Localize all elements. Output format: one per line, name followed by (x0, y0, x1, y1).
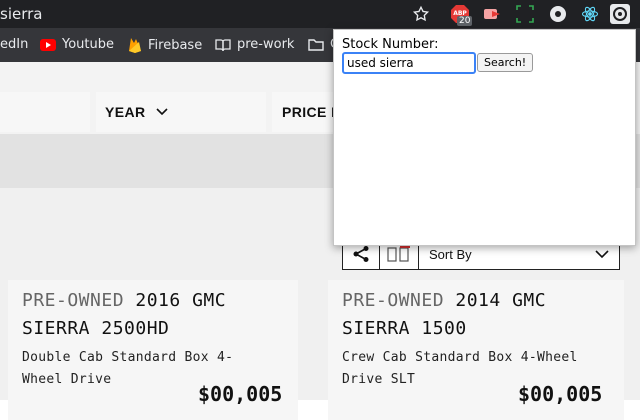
vehicle-trim-line2: Wheel Drive (22, 372, 112, 387)
vehicle-title-line1: PRE-OWNED 2014 GMC (342, 290, 546, 311)
bookmark-label: Firebase (148, 37, 203, 53)
bookmark-firebase[interactable]: Firebase (128, 37, 202, 53)
sort-by-label: Sort By (429, 246, 472, 262)
chevron-down-icon (155, 108, 168, 116)
share-icon (353, 246, 369, 262)
vehicle-year-make: 2016 GMC (124, 290, 227, 311)
vehicle-card[interactable]: PRE-OWNED 2014 GMC SIERRA 1500 Crew Cab … (328, 280, 624, 420)
extension-popup: Stock Number: Search! (333, 29, 636, 246)
vehicle-title-line1: PRE-OWNED 2016 GMC (22, 290, 226, 311)
video-extension-icon[interactable] (483, 4, 503, 24)
vehicle-price: $00,005 (518, 382, 603, 406)
browser-toolbar: sierra ABP 20 (0, 0, 640, 28)
stock-number-input[interactable] (342, 52, 476, 74)
bookmark-star-icon[interactable] (411, 4, 431, 24)
filter-dropdown-partial[interactable] (0, 92, 90, 132)
bookmark-label: Youtube (62, 37, 114, 52)
stock-number-label: Stock Number: (342, 37, 439, 52)
address-bar-text[interactable]: sierra (0, 5, 42, 23)
folder-icon (308, 39, 324, 51)
firebase-icon (129, 38, 141, 53)
vehicle-condition: PRE-OWNED (22, 290, 125, 311)
vehicle-model: SIERRA 2500HD (22, 318, 170, 339)
vehicle-year-make: 2014 GMC (444, 290, 547, 311)
search-button[interactable]: Search! (477, 53, 534, 72)
bookmark-linkedin[interactable]: edIn (0, 37, 28, 52)
year-filter-label: YEAR (105, 104, 146, 120)
vehicle-trim-line1: Double Cab Standard Box 4- (22, 350, 234, 365)
vehicle-model: SIERRA 1500 (342, 318, 467, 339)
bookmark-label: pre-work (237, 37, 295, 52)
compare-icon (387, 243, 410, 262)
vehicle-card[interactable]: PRE-OWNED 2016 GMC SIERRA 2500HD Double … (8, 280, 298, 420)
chevron-down-icon (595, 249, 609, 258)
bookmark-youtube[interactable]: Youtube (40, 37, 114, 52)
react-devtools-icon[interactable] (580, 4, 600, 24)
vehicle-price: $00,005 (198, 382, 283, 406)
year-filter-dropdown[interactable]: YEAR (96, 92, 266, 132)
vehicle-trim-line1: Crew Cab Standard Box 4-Wheel (342, 350, 578, 365)
book-icon (215, 38, 231, 51)
vehicle-condition: PRE-OWNED (342, 290, 445, 311)
bookmark-pre-work[interactable]: pre-work (215, 37, 294, 52)
bookmark-label: edIn (0, 37, 29, 52)
active-extension-icon[interactable] (610, 4, 630, 24)
vehicle-trim-line2: Drive SLT (342, 372, 416, 387)
adblock-count-badge: 20 (457, 16, 473, 26)
youtube-icon (40, 38, 56, 51)
screenshot-extension-icon[interactable] (515, 4, 535, 24)
circle-extension-icon[interactable] (548, 4, 568, 24)
